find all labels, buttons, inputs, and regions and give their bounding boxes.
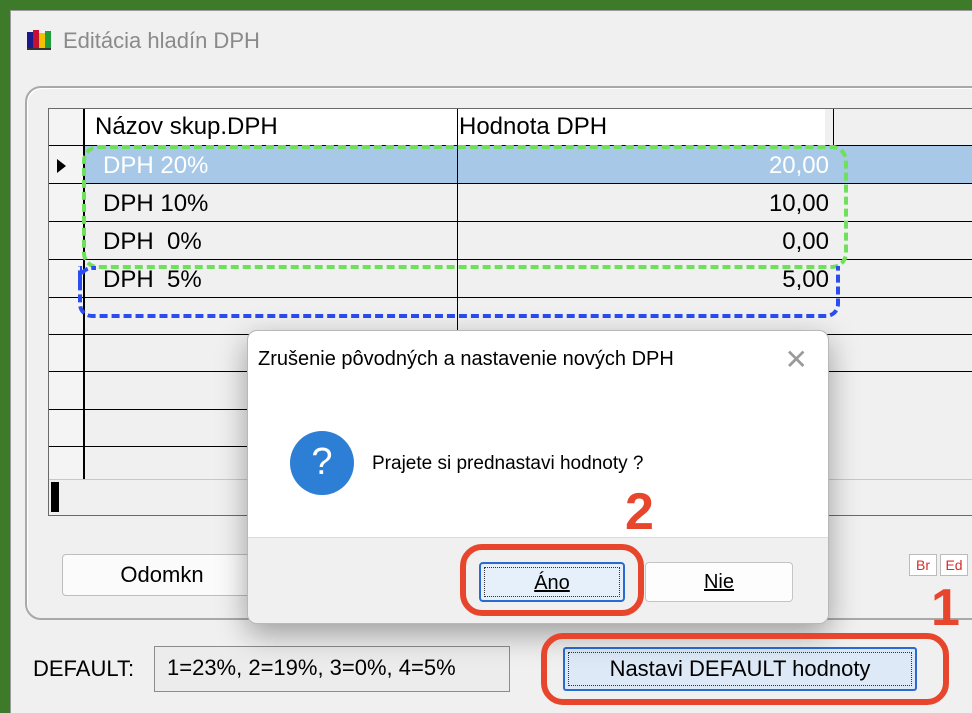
default-values-field[interactable]: 1=23%, 2=19%, 3=0%, 4=5% [154,646,510,692]
annotation-number-2: 2 [625,483,654,541]
column-header-value[interactable]: Hodnota DPH [459,113,607,141]
column-header-name[interactable]: Názov skup.DPH [95,113,278,141]
column-divider [833,109,834,145]
app-icon [27,30,51,50]
unlock-button[interactable]: Odomkn [62,554,262,596]
dialog-message: Prajete si prednastavi hodnoty ? [372,453,644,474]
default-label: DEFAULT: [33,656,135,681]
annotation-box-2 [460,544,644,616]
row-divider [49,446,249,447]
no-button-label: Nie [703,571,734,593]
question-icon: ? [290,431,354,495]
scrollbar-thumb[interactable] [51,482,59,512]
highlight-blue-dashed [78,266,840,318]
close-icon[interactable]: ✕ [785,343,808,376]
ed-button[interactable]: Ed [940,554,968,576]
annotation-number-1: 1 [931,579,960,637]
row-divider [49,409,249,410]
br-button[interactable]: Br [909,554,937,576]
title-bar: Editácia hladín DPH [11,11,972,71]
dialog-title: Zrušenie pôvodných a nastavenie nových D… [258,348,674,370]
window-title: Editácia hladín DPH [63,28,260,53]
current-row-pointer-icon [57,159,66,173]
no-button[interactable]: Nie [645,562,793,602]
annotation-box-1 [541,633,949,705]
highlight-green-dashed [82,145,848,269]
